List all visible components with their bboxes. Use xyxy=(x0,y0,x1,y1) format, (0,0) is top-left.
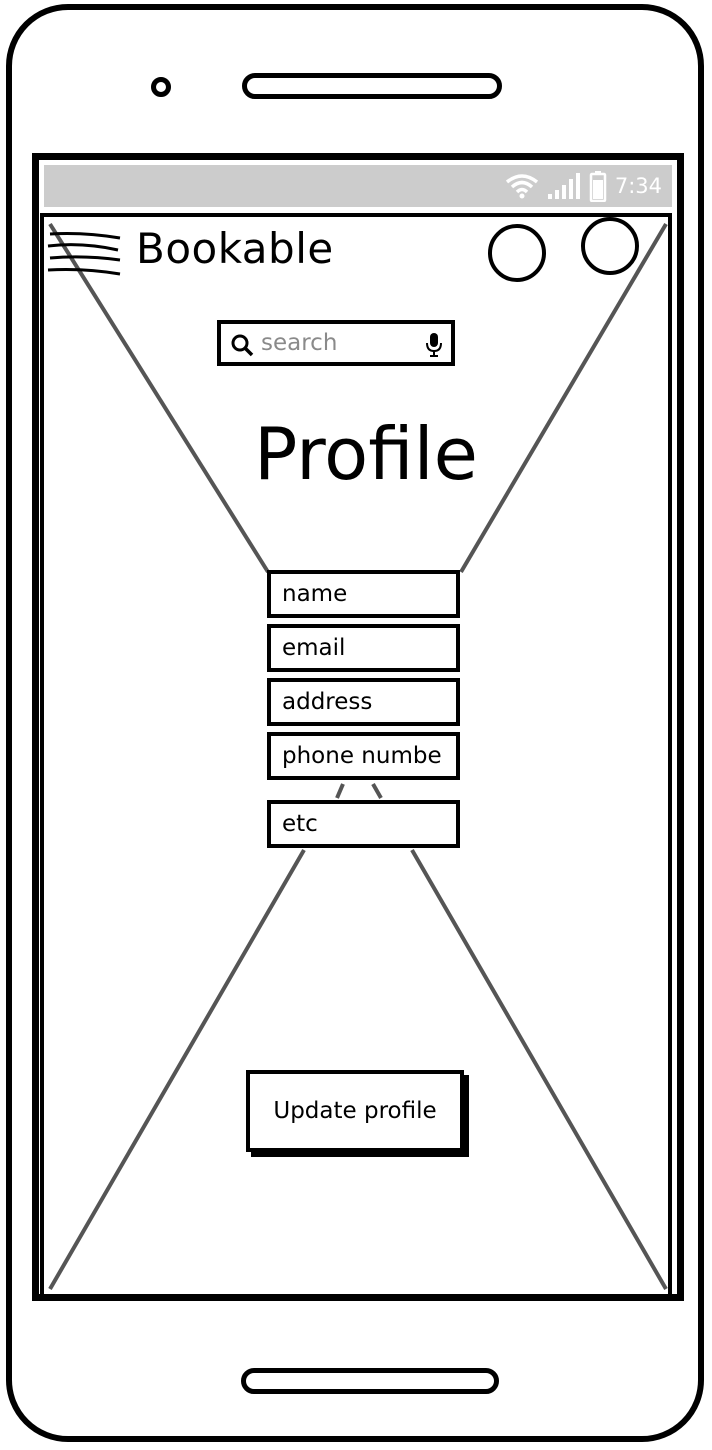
etc-field[interactable]: etc xyxy=(267,800,460,848)
status-time: 7:34 xyxy=(614,174,662,198)
home-button[interactable] xyxy=(241,1368,499,1394)
email-field[interactable]: email xyxy=(267,624,460,672)
search-icon xyxy=(231,334,254,357)
app-title: Bookable xyxy=(136,224,334,273)
phone-number-field[interactable]: phone numbe xyxy=(267,732,460,780)
menu-icon[interactable] xyxy=(44,228,124,280)
header-circle-button-2[interactable] xyxy=(581,217,639,275)
status-bar: 7:34 xyxy=(44,165,672,207)
search-bar[interactable] xyxy=(217,320,455,366)
speaker-grille xyxy=(242,73,502,99)
update-profile-button[interactable]: Update profile xyxy=(246,1070,464,1152)
search-input[interactable] xyxy=(261,328,411,358)
page-title: Profile xyxy=(254,412,478,496)
wifi-icon xyxy=(505,174,538,199)
battery-icon xyxy=(589,171,607,202)
signal-icon xyxy=(547,173,580,199)
header-circle-button-1[interactable] xyxy=(488,224,546,282)
camera-icon xyxy=(151,77,171,97)
microphone-icon[interactable] xyxy=(425,332,443,358)
address-field[interactable]: address xyxy=(267,678,460,726)
name-field[interactable]: name xyxy=(267,570,460,618)
